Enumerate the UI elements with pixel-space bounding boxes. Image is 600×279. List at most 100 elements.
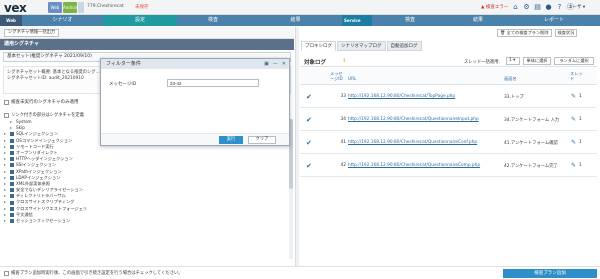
- badge-spacer: [78, 2, 84, 13]
- checkbox-filled-icon[interactable]: [10, 175, 14, 180]
- log-table-body: ✔ 33 http://192.168.12.90:80/Cheshirecat…: [300, 85, 597, 177]
- select-random-button[interactable]: ランダムに選択: [554, 57, 594, 65]
- logo-text: vex: [4, 1, 27, 15]
- checkbox-filled-icon[interactable]: [10, 132, 14, 137]
- signature-panel-title: 適用シグネチャ: [0, 39, 294, 50]
- step-service-scan[interactable]: 検査: [372, 15, 448, 26]
- step-scenario[interactable]: シナリオ: [22, 15, 103, 26]
- edit-icon[interactable]: ✎: [571, 139, 576, 146]
- settings-icon[interactable]: ⚙: [522, 2, 531, 12]
- left-toolbar: シグネチャ情報一括出力: [0, 27, 294, 39]
- table-row[interactable]: ✔ 34 http://192.168.12.90:80/Cheshirecat…: [300, 108, 597, 131]
- check-icon[interactable]: ✔: [306, 116, 312, 124]
- checkbox-filled-icon[interactable]: [10, 212, 14, 217]
- checkbox-filled-icon[interactable]: [10, 181, 14, 186]
- thread-bulk-select[interactable]: 1 ▾: [506, 57, 520, 65]
- unsaved-indicator: 未保存: [135, 5, 149, 10]
- only-unscanned-option[interactable]: 検査未実行のシグネチャのみ適用: [4, 99, 78, 105]
- step-settings[interactable]: 設定: [103, 15, 177, 26]
- row-url-link[interactable]: http://192.168.12.90:80/Cheshirecat/Ques…: [348, 117, 479, 122]
- clear-filter-button[interactable]: クリア: [248, 136, 276, 144]
- dialog-titlebar[interactable]: フィルター条件 ▣ — ✕: [101, 59, 289, 69]
- checkbox-filled-icon[interactable]: [10, 206, 14, 211]
- message-id-input[interactable]: [167, 79, 259, 87]
- close-icon[interactable]: ✕: [282, 59, 286, 69]
- bottom-bar: 検査プラン追加時実行後、この画面で引き続き設定を行う場合はチェックしてください。…: [0, 266, 600, 279]
- row-message-id: 34: [340, 117, 346, 122]
- checkbox-filled-icon[interactable]: [10, 157, 14, 162]
- check-icon[interactable]: ✔: [306, 139, 312, 147]
- check-icon[interactable]: ✔: [306, 93, 312, 101]
- col-message-id[interactable]: メッセージID: [330, 71, 346, 81]
- row-page-name: 33.トップ: [504, 95, 524, 100]
- checkbox-filled-icon[interactable]: [10, 151, 14, 156]
- help-icon[interactable]: ?: [555, 2, 564, 12]
- minimize-icon[interactable]: —: [273, 59, 278, 69]
- edit-icon[interactable]: ✎: [571, 162, 576, 169]
- checkbox-filled-icon[interactable]: [10, 188, 14, 193]
- checkbox-filled-icon[interactable]: [10, 163, 14, 168]
- checkbox-filled-icon[interactable]: [10, 200, 14, 205]
- target-log-title: 対象ログ: [304, 60, 327, 66]
- edit-icon[interactable]: ✎: [571, 116, 576, 123]
- expand-icon[interactable]: ▸: [10, 125, 14, 131]
- user-menu[interactable]: ユーザ ▾: [568, 4, 585, 10]
- checkbox-filled-icon[interactable]: [10, 219, 14, 224]
- tree-item[interactable]: ▸ セッションフィクセーション: [4, 218, 288, 224]
- bulk-export-button[interactable]: シグネチャ情報一括出力: [4, 29, 60, 37]
- table-row[interactable]: ✔ 42 http://192.168.12.90:80/Cheshirecat…: [300, 154, 597, 177]
- top-bar: vex Web Android 779.Cheshirecat 未保存 ▲ 検査…: [0, 0, 600, 15]
- home-icon[interactable]: ⌂: [511, 2, 520, 12]
- sort-icon[interactable]: ↕: [342, 58, 346, 64]
- filter-dialog: フィルター条件 ▣ — ✕ メッセージID 実行 クリア: [100, 58, 290, 146]
- step-service-result[interactable]: 結果: [448, 15, 508, 26]
- database-icon[interactable]: ▤: [533, 2, 542, 12]
- step-scan[interactable]: 検査: [177, 15, 249, 26]
- delete-all-plans-button[interactable]: 🗑 全ての検査プラン削除: [497, 29, 552, 37]
- step-report[interactable]: レポート: [508, 15, 600, 26]
- thread-bulk-label: スレッド一括適用:: [464, 60, 500, 65]
- keep-settings-label: 検査プラン追加時実行後、この画面で引き続き設定を行う場合はチェックしてください。: [11, 271, 183, 276]
- table-row[interactable]: ✔ 33 http://192.168.12.90:80/Cheshirecat…: [300, 85, 597, 108]
- project-name: 779.Cheshirecat: [87, 4, 124, 9]
- edit-icon[interactable]: ✎: [571, 93, 576, 100]
- web-badge: Web: [48, 2, 62, 13]
- check-icon[interactable]: ✔: [306, 162, 312, 170]
- only-unscanned-checkbox[interactable]: [4, 99, 9, 105]
- tab-proxy-log[interactable]: プロキシログ: [301, 41, 336, 51]
- row-url-link[interactable]: http://192.168.12.90:80/Cheshirecat/Ques…: [348, 163, 480, 168]
- scan-status-button[interactable]: 検査状況: [554, 29, 578, 37]
- keep-settings-option[interactable]: 検査プラン追加時実行後、この画面で引き続き設定を行う場合はチェックしてください。: [4, 270, 183, 276]
- tab-auto-add-log[interactable]: 自動追加ログ: [386, 41, 422, 51]
- panel-divider[interactable]: [295, 27, 299, 266]
- run-filter-button[interactable]: 実行: [219, 136, 243, 144]
- user-icon[interactable]: ●: [544, 2, 553, 12]
- select-single-button[interactable]: 単体に選択: [523, 57, 551, 65]
- col-thread[interactable]: スレッド: [570, 71, 586, 81]
- tree-select-all[interactable]: リンク付きの部分はシグネチャを定義: [4, 112, 84, 118]
- top-icon-bar: ⌂ ⚙ ▤ ● ? ⓘ: [511, 2, 575, 12]
- add-scan-plan-button[interactable]: 検査プラン追加: [503, 269, 597, 278]
- row-url-link[interactable]: http://192.168.12.90:80/Cheshirecat/TopP…: [348, 94, 455, 99]
- tree-select-all-checkbox[interactable]: [4, 112, 9, 118]
- expand-icon[interactable]: ▸: [4, 218, 8, 224]
- row-page-name: 42.アンケートフォーム完了: [504, 164, 558, 169]
- keep-settings-checkbox[interactable]: [4, 270, 9, 276]
- checkbox-filled-icon[interactable]: [10, 144, 14, 149]
- dialog-footer: 実行 クリア: [101, 133, 289, 145]
- dialog-window-controls: ▣ — ✕: [264, 59, 286, 69]
- step-result[interactable]: 結果: [249, 15, 342, 26]
- checkbox-filled-icon[interactable]: [10, 169, 14, 174]
- col-url[interactable]: URL: [348, 76, 356, 81]
- right-action-bar: 🗑 全ての検査プラン削除 検査状況: [497, 29, 578, 37]
- checkbox-filled-icon[interactable]: [10, 138, 14, 143]
- step-web-label: Web: [0, 15, 22, 26]
- row-url-link[interactable]: http://192.168.12.90:80/Cheshirecat/Ques…: [348, 140, 477, 145]
- checkbox-filled-icon[interactable]: [10, 194, 14, 199]
- scan-error-indicator[interactable]: ▲ 検査エラー: [478, 3, 511, 12]
- tab-scenario-map-log[interactable]: シナリオマップログ: [337, 41, 386, 51]
- restore-icon[interactable]: ▣: [264, 59, 269, 69]
- row-message-id: 33: [340, 94, 346, 99]
- col-page-name[interactable]: 画面名: [504, 76, 517, 81]
- table-row[interactable]: ✔ 41 http://192.168.12.90:80/Cheshirecat…: [300, 131, 597, 154]
